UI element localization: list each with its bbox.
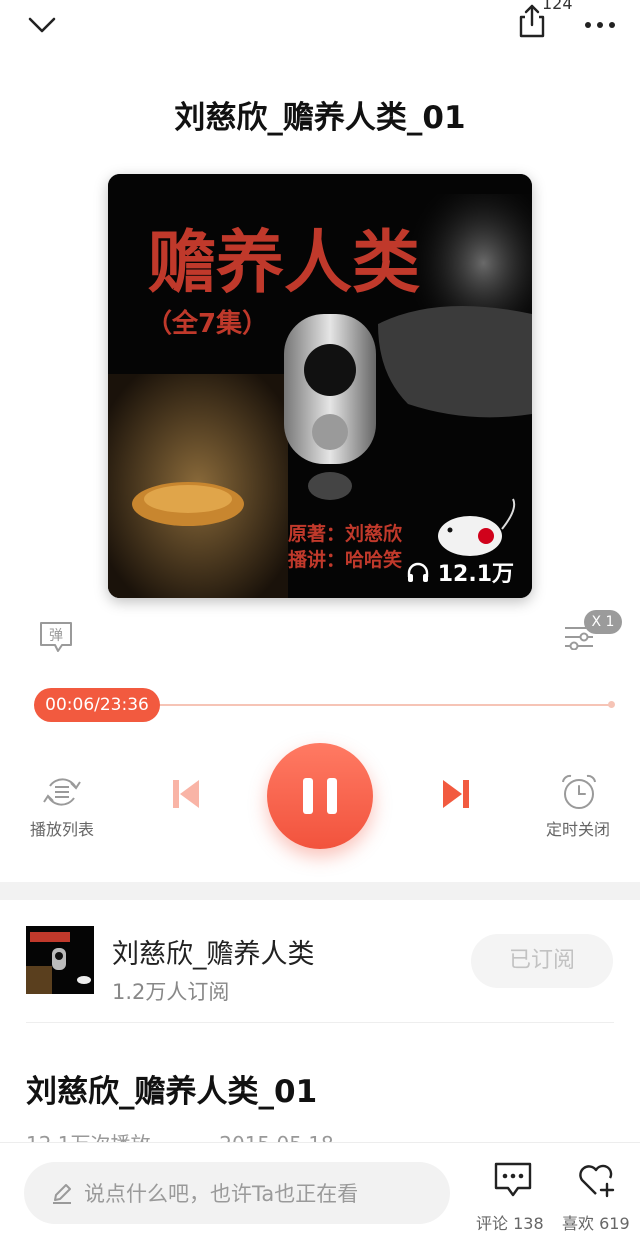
speed-badge[interactable]: X 1 [584, 610, 622, 634]
heart-plus-icon [579, 1164, 615, 1198]
section-divider [0, 882, 640, 900]
episode-title: 刘慈欣_赡养人类_01 [26, 1074, 318, 1110]
like-button[interactable] [576, 1160, 620, 1200]
playlist-label: 播放列表 [29, 820, 94, 839]
skip-previous-icon [173, 780, 199, 808]
sleep-timer-label: 定时关闭 [545, 820, 610, 839]
cover-art-subtitle: （全7集） [146, 308, 268, 339]
cover-art-title: 赡养人类 [148, 224, 420, 303]
sleep-timer-button[interactable] [558, 772, 600, 812]
more-options-icon[interactable] [580, 10, 620, 40]
cover-art: 赡养人类 （全7集） 原著：刘慈欣 播讲：哈哈笑 12.1万 [108, 174, 532, 598]
danmu-label: 弹 [49, 628, 63, 644]
previous-track-button[interactable] [168, 776, 204, 812]
likes-count: 喜欢 619 [562, 1214, 630, 1233]
comment-placeholder: 说点什么吧，也许Ta也正在看 [84, 1182, 359, 1206]
danmu-button[interactable]: 弹 [38, 620, 74, 654]
pause-icon [303, 778, 313, 814]
headphones-icon [407, 562, 428, 582]
skip-next-icon [443, 780, 469, 808]
cover-artwork-image: 赡养人类 （全7集） 原著：刘慈欣 播讲：哈哈笑 [108, 174, 532, 598]
next-track-button[interactable] [438, 776, 474, 812]
page-title: 刘慈欣_赡养人类_01 [174, 100, 466, 136]
progress-track-end [608, 701, 615, 708]
album-thumbnail[interactable] [26, 926, 94, 994]
subscribed-button[interactable]: 已订阅 [471, 934, 613, 988]
progress-thumb[interactable]: 00:06/23:36 [34, 688, 160, 722]
pause-button[interactable] [267, 743, 373, 849]
play-count: 12.1万 [406, 556, 514, 588]
pencil-icon [53, 1184, 71, 1204]
playlist-icon [43, 778, 81, 806]
playlist-button[interactable] [42, 772, 82, 812]
alarm-clock-icon [562, 774, 596, 809]
comments-count: 评论 138 [476, 1214, 544, 1233]
collapse-chevron-icon[interactable] [22, 8, 62, 42]
play-count-text: 12.1万 [437, 562, 514, 587]
cover-art-author: 原著：刘慈欣 [288, 522, 403, 545]
danmu-icon: 弹 [40, 622, 72, 652]
album-thumbnail-image [26, 926, 94, 994]
comment-bubble-icon [494, 1162, 532, 1197]
cover-art-narrator: 播讲：哈哈笑 [288, 548, 402, 571]
share-count: 124 [542, 0, 573, 13]
album-name[interactable]: 刘慈欣_赡养人类 [112, 932, 315, 971]
comments-button[interactable] [492, 1160, 534, 1200]
divider-line [26, 1022, 614, 1023]
comment-input[interactable]: 说点什么吧，也许Ta也正在看 [24, 1162, 450, 1224]
album-subscriber-count: 1.2万人订阅 [112, 980, 230, 1004]
